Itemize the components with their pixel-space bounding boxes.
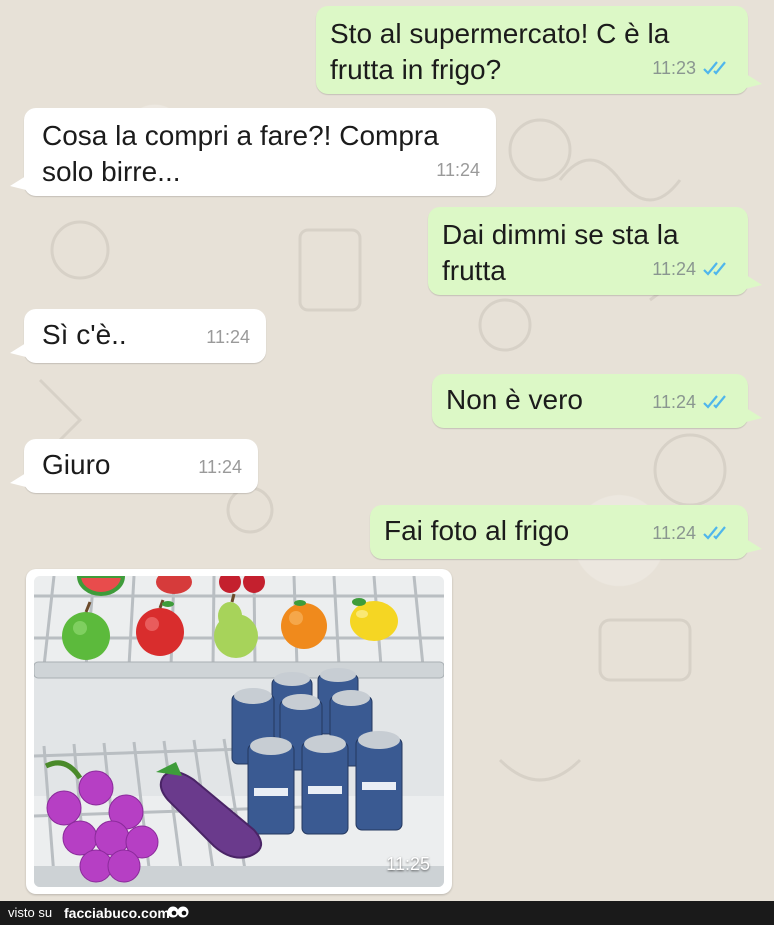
double-check-icon — [703, 61, 726, 75]
message-incoming[interactable]: Cosa la compri a fare?! Compra solo birr… — [10, 108, 496, 196]
message-outgoing[interactable]: Dai dimmi se sta la frutta 11:24 — [428, 207, 762, 295]
eyes-logo-icon — [167, 906, 189, 918]
message-text-line: frutta — [442, 255, 506, 286]
message-text-line: frutta in frigo? — [330, 54, 502, 85]
message-outgoing[interactable]: Fai foto al frigo 11:24 — [370, 505, 762, 559]
message-time: 11:24 — [652, 259, 696, 279]
message-text-line: Cosa la compri a fare?! Compra — [42, 120, 439, 151]
message-incoming[interactable]: Giuro 11:24 — [10, 439, 258, 493]
watermark-footer: visto su facciabuco.com — [0, 901, 774, 925]
message-text-line: Fai foto al frigo — [384, 515, 570, 546]
message-text-line: Sì c'è.. — [42, 319, 127, 350]
message-outgoing[interactable]: Non è vero 11:24 — [432, 374, 762, 428]
double-check-icon — [703, 526, 726, 540]
message-time: 11:24 — [436, 160, 480, 180]
footer-brand-link[interactable]: facciabuco.com — [64, 901, 170, 925]
message-time: 11:25 — [386, 854, 430, 874]
message-text-line: Dai dimmi se sta la — [442, 219, 679, 250]
footer-visto-text: visto su — [8, 905, 53, 920]
watermelon-icon — [76, 576, 126, 596]
chat-background: Sto al supermercato! C è la frutta in fr… — [0, 0, 774, 901]
message-outgoing[interactable]: Sto al supermercato! C è la frutta in fr… — [316, 6, 762, 94]
message-text-line: solo birre... — [42, 156, 181, 187]
message-text-line: Sto al supermercato! C è la — [330, 18, 670, 49]
message-time: 11:24 — [198, 457, 242, 477]
message-time: 11:23 — [652, 58, 696, 78]
fridge-illustration — [34, 576, 444, 887]
message-time: 11:24 — [652, 392, 696, 412]
message-text-line: Giuro — [42, 449, 111, 480]
message-photo[interactable]: 11:25 — [26, 569, 452, 894]
message-text-line: Non è vero — [446, 384, 583, 415]
message-time: 11:24 — [652, 523, 696, 543]
double-check-icon — [703, 262, 726, 276]
double-check-icon — [703, 395, 726, 409]
message-time: 11:24 — [206, 327, 250, 347]
fridge-photo[interactable]: 11:25 — [34, 576, 444, 887]
message-incoming[interactable]: Sì c'è.. 11:24 — [10, 309, 266, 363]
